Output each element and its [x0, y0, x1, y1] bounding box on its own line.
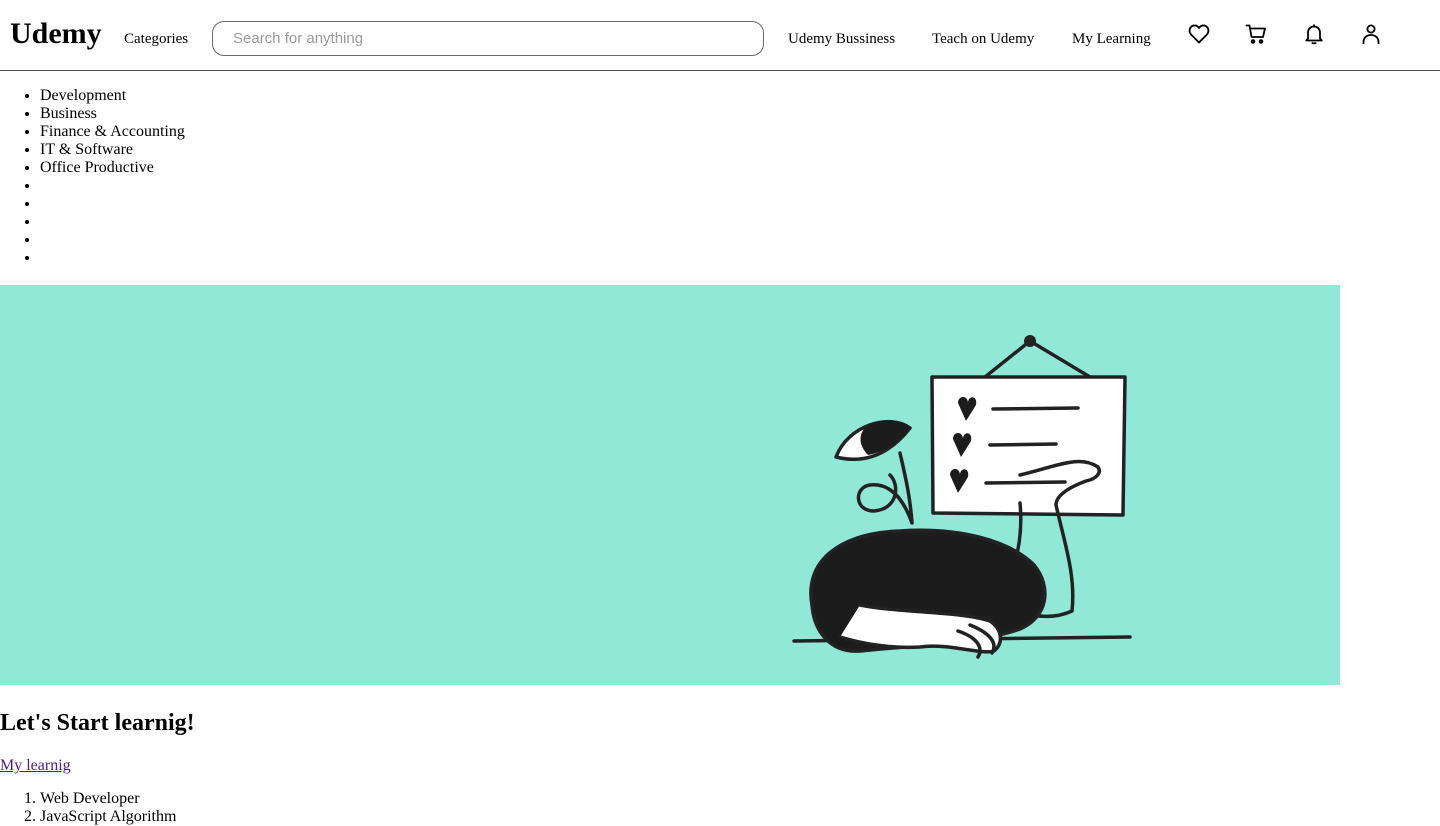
category-item[interactable]: Development	[40, 87, 1440, 105]
my-learning-link-secondary[interactable]: My learnig	[0, 756, 71, 776]
course-item[interactable]: Web Developer	[40, 790, 176, 808]
heart-icon[interactable]	[1186, 21, 1212, 47]
cart-icon[interactable]	[1243, 21, 1269, 47]
course-item[interactable]: JavaScript Algorithm	[40, 808, 176, 826]
hero-title: Let's Start learnig!	[0, 710, 195, 736]
user-icon[interactable]	[1358, 21, 1384, 47]
category-item	[40, 195, 1440, 213]
category-item	[40, 177, 1440, 195]
category-item[interactable]: Office Productive	[40, 159, 1440, 177]
udemy-logo[interactable]: Udemy	[10, 14, 102, 54]
categories-menu[interactable]: Categories	[124, 28, 188, 50]
category-list: Development Business Finance & Accountin…	[0, 87, 1440, 267]
category-item[interactable]: IT & Software	[40, 141, 1440, 159]
category-item[interactable]: Business	[40, 105, 1440, 123]
search-input[interactable]	[212, 21, 764, 56]
category-item	[40, 249, 1440, 267]
bell-icon[interactable]	[1301, 21, 1327, 47]
hero-illustration	[792, 335, 1132, 659]
course-list: Web Developer JavaScript Algorithm	[0, 790, 176, 826]
top-header: Udemy Categories Udemy Bussiness Teach o…	[0, 0, 1440, 71]
hero-banner	[0, 285, 1340, 685]
category-item	[40, 231, 1440, 249]
teach-on-udemy-link[interactable]: Teach on Udemy	[932, 28, 1034, 50]
category-item	[40, 213, 1440, 231]
udemy-business-link[interactable]: Udemy Bussiness	[788, 28, 895, 50]
my-learning-link[interactable]: My Learning	[1072, 28, 1151, 50]
category-item[interactable]: Finance & Accounting	[40, 123, 1440, 141]
